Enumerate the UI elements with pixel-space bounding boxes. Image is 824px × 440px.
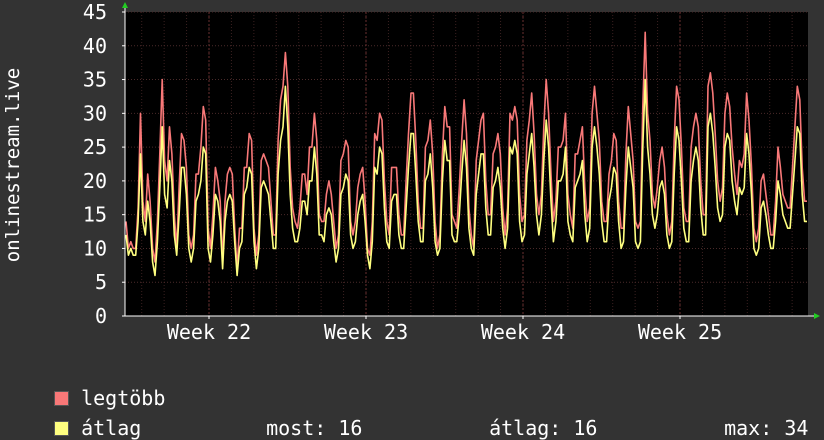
stat-current: most: 16 bbox=[242, 392, 362, 440]
y-tick-labels: 0 5 10 15 20 25 30 35 40 45 bbox=[83, 0, 107, 328]
x-tick-label: Week 22 bbox=[167, 320, 251, 340]
y-tick-label: 0 bbox=[95, 304, 107, 328]
y-tick-label: 10 bbox=[83, 236, 107, 260]
x-tick-label: Week 25 bbox=[638, 320, 722, 340]
stat-max-label: max: bbox=[724, 416, 773, 440]
y-tick-label: 30 bbox=[83, 101, 107, 125]
y-tick-label: 45 bbox=[83, 0, 107, 24]
y-tick-label: 40 bbox=[83, 34, 107, 58]
stat-current-value: 16 bbox=[338, 416, 363, 440]
stat-average-value: 16 bbox=[573, 416, 598, 440]
x-tick-label: Week 24 bbox=[481, 320, 565, 340]
y-tick-label: 25 bbox=[83, 135, 107, 159]
y-axis-label: onlinestream.live bbox=[2, 68, 24, 262]
x-axis-arrow bbox=[814, 313, 820, 319]
y-axis-arrow bbox=[122, 2, 128, 8]
stat-max-value: 34 bbox=[784, 416, 809, 440]
stat-current-label: most: bbox=[266, 416, 327, 440]
stat-average-label: átlag: bbox=[489, 416, 562, 440]
legend-label-avg: átlag bbox=[81, 416, 142, 440]
y-tick-label: 15 bbox=[83, 203, 107, 227]
y-tick-label: 35 bbox=[83, 68, 107, 92]
chart: 0 5 10 15 20 25 30 35 40 45 Week 22 Week 23 Week 24… bbox=[2, 0, 820, 340]
stat-average: átlag: 16 bbox=[465, 392, 597, 440]
legend-avg: átlag bbox=[30, 392, 141, 440]
x-tick-label: Week 23 bbox=[324, 320, 408, 340]
y-tick-label: 20 bbox=[83, 169, 107, 193]
y-tick-label: 5 bbox=[95, 270, 107, 294]
x-tick-labels: Week 22 Week 23 Week 24 Week 25 bbox=[167, 320, 722, 340]
stat-max: max: 34 bbox=[700, 392, 808, 440]
legend-swatch-avg bbox=[54, 421, 70, 436]
